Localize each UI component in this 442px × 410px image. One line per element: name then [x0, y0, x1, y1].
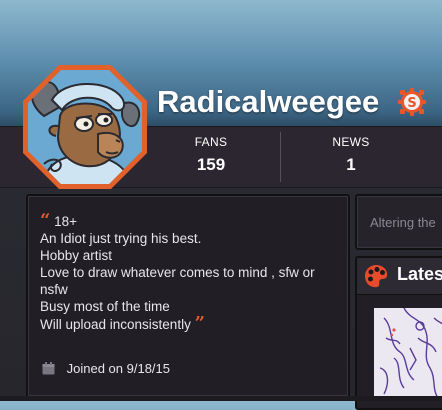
latest-title: Latest	[397, 264, 442, 284]
joined-text: Joined on 9/18/15	[66, 361, 170, 376]
calendar-icon	[42, 361, 55, 378]
stat-fans-value: 159	[196, 155, 226, 174]
avatar[interactable]	[22, 64, 148, 190]
svg-text:S: S	[407, 96, 416, 111]
bio-line: nsfw	[40, 282, 68, 297]
bottom-strip	[0, 396, 442, 401]
bio-line: Love to draw whatever comes to mind , sf…	[40, 265, 315, 280]
quote-open-icon: “	[40, 210, 51, 231]
stat-fans[interactable]: FANS 159	[151, 127, 271, 175]
stat-news-label: NEWS	[332, 135, 370, 149]
bio-line: Hobby artist	[40, 248, 113, 263]
latest-card: Latest	[355, 256, 442, 410]
latest-artwork-thumbnail[interactable]	[374, 308, 442, 398]
latest-header: Latest	[357, 258, 442, 295]
stat-news[interactable]: NEWS 1	[291, 127, 411, 175]
bio-line: Busy most of the time	[40, 299, 170, 314]
stat-news-value: 1	[346, 155, 356, 174]
status-card[interactable]: Altering the	[355, 194, 442, 250]
quote-close-icon: ”	[194, 313, 205, 334]
stat-fans-label: FANS	[194, 135, 228, 149]
bio-text: “ 18+ An Idiot just trying his best. Hob…	[40, 212, 340, 333]
bio-line: 18+	[54, 214, 78, 229]
staff-s-badge-icon[interactable]: S	[397, 87, 427, 117]
stats-divider	[280, 132, 281, 182]
palette-icon	[363, 263, 389, 294]
username[interactable]: Radicalweegee	[157, 84, 379, 120]
bio-line: An Idiot just trying his best.	[40, 231, 202, 246]
bio-line: Will upload inconsistently	[40, 317, 191, 332]
joined-date: Joined on 9/18/15	[42, 361, 170, 378]
status-text: Altering the	[370, 215, 436, 230]
bio-card: “ 18+ An Idiot just trying his best. Hob…	[26, 194, 350, 398]
